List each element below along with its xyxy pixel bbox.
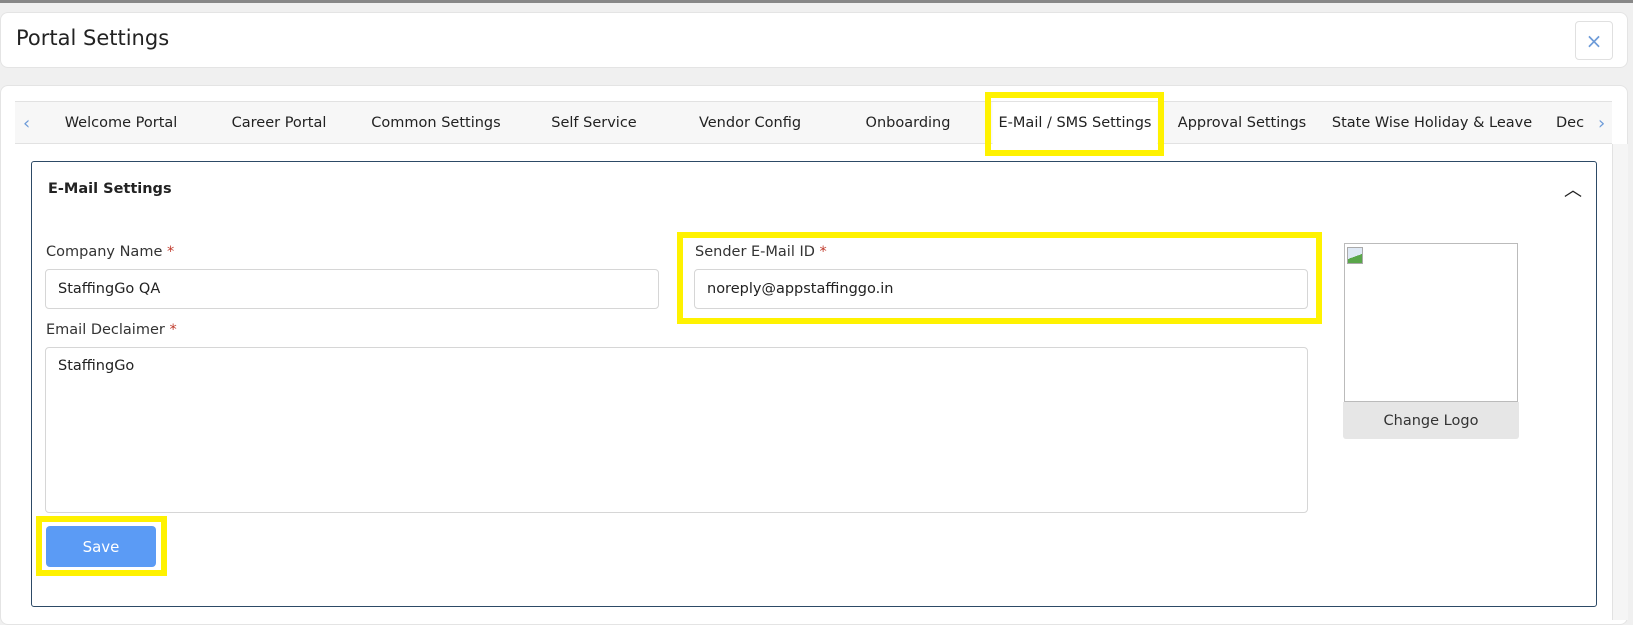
chevron-up-icon[interactable]: ︿ (1564, 176, 1582, 202)
tab-career-portal[interactable]: Career Portal (232, 102, 327, 145)
company-name-input[interactable]: StaffingGo QA (45, 269, 659, 309)
tab-self-service[interactable]: Self Service (551, 102, 636, 145)
broken-image-icon (1347, 247, 1363, 264)
required-mark: * (819, 244, 827, 260)
email-disclaimer-textarea[interactable]: StaffingGo (45, 347, 1308, 513)
page-title: Portal Settings (16, 26, 170, 50)
chevron-right-icon[interactable]: › (1598, 102, 1605, 145)
panel-title: E-Mail Settings (48, 181, 172, 197)
tab-bar: ‹ Welcome Portal Career Portal Common Se… (15, 101, 1612, 145)
tab-onboarding[interactable]: Onboarding (866, 102, 951, 145)
tab-common-settings[interactable]: Common Settings (371, 102, 500, 145)
close-icon: × (1585, 28, 1603, 53)
tab-vendor-config[interactable]: Vendor Config (699, 102, 801, 145)
label-text: Email Declaimer (46, 322, 165, 338)
tab-state-wise-holiday-leave[interactable]: State Wise Holiday & Leave (1332, 102, 1532, 145)
close-button[interactable]: × (1575, 21, 1613, 60)
sender-email-label: Sender E-Mail ID * (695, 244, 827, 260)
save-button[interactable]: Save (46, 526, 156, 567)
label-text: Company Name (46, 244, 163, 260)
logo-preview (1344, 243, 1518, 402)
tab-dec[interactable]: Dec (1556, 102, 1586, 145)
tab-approval-settings[interactable]: Approval Settings (1178, 102, 1306, 145)
required-mark: * (169, 322, 177, 338)
change-logo-button[interactable]: Change Logo (1343, 402, 1519, 439)
required-mark: * (166, 244, 175, 260)
scrollbar[interactable] (1612, 144, 1628, 620)
browser-top-edge (0, 0, 1633, 3)
chevron-left-icon[interactable]: ‹ (23, 102, 30, 145)
tab-email-sms-settings[interactable]: E-Mail / SMS Settings (992, 102, 1158, 145)
sender-email-input[interactable]: noreply@appstaffinggo.in (694, 269, 1308, 309)
company-name-label: Company Name * (46, 244, 174, 260)
page-header: Portal Settings × (0, 12, 1628, 68)
label-text: Sender E-Mail ID (695, 244, 815, 260)
email-disclaimer-label: Email Declaimer * (46, 322, 177, 338)
tab-welcome-portal[interactable]: Welcome Portal (65, 102, 178, 145)
